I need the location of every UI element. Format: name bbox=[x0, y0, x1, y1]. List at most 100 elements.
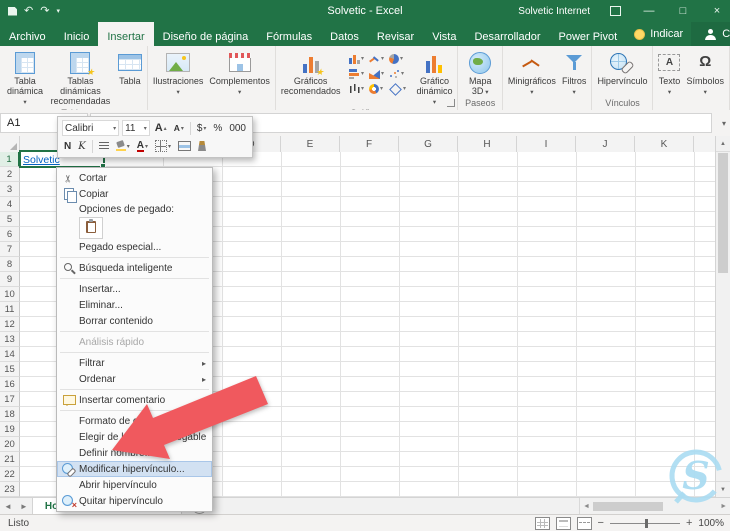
tab-archivo[interactable]: Archivo bbox=[0, 22, 55, 46]
sheet-nav-left-icon[interactable]: ◄ bbox=[0, 502, 16, 511]
row-header-5[interactable]: 5 bbox=[0, 212, 20, 227]
menu-item-elegir-de-la-lista-desplegable[interactable]: Elegir de la lista desplegable... bbox=[57, 429, 212, 445]
column-header-l[interactable]: L bbox=[694, 136, 715, 152]
zoom-level[interactable]: 100% bbox=[698, 518, 724, 529]
menu-item-definir-nombre[interactable]: Definir nombre... bbox=[57, 445, 212, 461]
horizontal-scrollbar[interactable]: ◄ ► bbox=[579, 498, 730, 514]
scroll-left-icon[interactable]: ◄ bbox=[580, 503, 593, 510]
ribbon-button-simbolos[interactable]: Ω Símbolos ▾ bbox=[683, 47, 727, 97]
row-header-13[interactable]: 13 bbox=[0, 332, 20, 347]
row-header-10[interactable]: 10 bbox=[0, 287, 20, 302]
row-header-17[interactable]: 17 bbox=[0, 392, 20, 407]
font-color-button[interactable]: A ▾ bbox=[135, 139, 150, 154]
row-header-15[interactable]: 15 bbox=[0, 362, 20, 377]
menu-item-eliminar[interactable]: Eliminar... bbox=[57, 297, 212, 313]
ribbon-button-mapa-3d[interactable]: Mapa 3D ▾ bbox=[460, 47, 499, 97]
chart-type-line-icon[interactable]: ▾ bbox=[369, 52, 388, 66]
tab-diseno-de-pagina[interactable]: Diseño de página bbox=[154, 22, 258, 46]
tab-desarrollador[interactable]: Desarrollador bbox=[465, 22, 549, 46]
italic-button[interactable]: K bbox=[76, 139, 87, 154]
borders-button[interactable]: ▾ bbox=[153, 139, 173, 154]
zoom-in-icon[interactable]: + bbox=[686, 517, 692, 529]
row-header-11[interactable]: 11 bbox=[0, 302, 20, 317]
menu-item-abrir-hipervinculo[interactable]: Abrir hipervínculo bbox=[57, 477, 212, 493]
menu-item-modificar-hipervinculo[interactable]: Modificar hipervínculo... bbox=[57, 461, 212, 477]
ribbon-button-complementos[interactable]: Complementos ▾ bbox=[206, 47, 273, 97]
ribbon-button-grafico-dinamico[interactable]: Gráfico dinámico ▾ bbox=[413, 47, 455, 107]
fill-color-button[interactable]: ▾ bbox=[114, 139, 132, 154]
column-header-j[interactable]: J bbox=[576, 136, 635, 152]
menu-item-filtrar[interactable]: Filtrar ▸ bbox=[57, 355, 212, 371]
row-header-4[interactable]: 4 bbox=[0, 197, 20, 212]
menu-item-insertar[interactable]: Insertar... bbox=[57, 281, 212, 297]
menu-item-busqueda-inteligente[interactable]: Búsqueda inteligente bbox=[57, 260, 212, 276]
chart-type-bar-icon[interactable]: ▾ bbox=[348, 67, 368, 81]
ribbon-button-ilustraciones[interactable]: Ilustraciones ▾ bbox=[150, 47, 207, 97]
menu-item-quitar-hipervinculo[interactable]: Quitar hipervínculo bbox=[57, 493, 212, 510]
row-header-12[interactable]: 12 bbox=[0, 317, 20, 332]
menu-item-formato-de-celdas[interactable]: Formato de celdas... bbox=[57, 413, 212, 429]
chart-type-stock-icon[interactable]: ▾ bbox=[348, 82, 368, 96]
dialog-launcher-icon[interactable] bbox=[447, 99, 456, 107]
column-header-f[interactable]: F bbox=[340, 136, 399, 152]
chart-type-area-icon[interactable]: ▾ bbox=[368, 67, 388, 81]
vertical-scrollbar[interactable]: ▲ ▼ bbox=[715, 136, 730, 497]
ribbon-button-graficos-recomendados[interactable]: Gráficos recomendados bbox=[278, 47, 344, 107]
ribbon-button-tabla[interactable]: Tabla bbox=[115, 47, 145, 107]
column-header-k[interactable]: K bbox=[635, 136, 694, 152]
page-layout-view-icon[interactable] bbox=[555, 516, 571, 530]
zoom-slider-thumb[interactable] bbox=[644, 518, 648, 528]
account-name[interactable]: Solvetic Internet bbox=[518, 6, 590, 17]
tab-formulas[interactable]: Fórmulas bbox=[257, 22, 321, 46]
column-header-e[interactable]: E bbox=[281, 136, 340, 152]
row-header-16[interactable]: 16 bbox=[0, 377, 20, 392]
scroll-up-icon[interactable]: ▲ bbox=[716, 136, 730, 152]
row-header-20[interactable]: 20 bbox=[0, 437, 20, 452]
row-header-2[interactable]: 2 bbox=[0, 167, 20, 182]
row-header-8[interactable]: 8 bbox=[0, 257, 20, 272]
menu-item-borrar-contenido[interactable]: Borrar contenido bbox=[57, 313, 212, 329]
share-button[interactable]: Compartir bbox=[691, 22, 730, 46]
ribbon-button-texto[interactable]: A Texto ▾ bbox=[655, 47, 683, 97]
row-header-14[interactable]: 14 bbox=[0, 347, 20, 362]
menu-item-ordenar[interactable]: Ordenar ▸ bbox=[57, 371, 212, 387]
bold-button[interactable]: N bbox=[62, 139, 73, 154]
tab-power-pivot[interactable]: Power Pivot bbox=[549, 22, 626, 46]
scroll-down-icon[interactable]: ▼ bbox=[716, 481, 730, 497]
row-header-22[interactable]: 22 bbox=[0, 467, 20, 482]
ribbon-button-filtros[interactable]: Filtros ▾ bbox=[559, 47, 590, 97]
menu-item-analisis-rapido[interactable]: Análisis rápido bbox=[57, 334, 212, 350]
tab-insertar[interactable]: Insertar bbox=[98, 22, 154, 46]
vertical-scroll-thumb[interactable] bbox=[718, 153, 728, 273]
tab-revisar[interactable]: Revisar bbox=[368, 22, 423, 46]
row-header-18[interactable]: 18 bbox=[0, 407, 20, 422]
format-painter-button[interactable] bbox=[196, 139, 208, 154]
ribbon-display-options-icon[interactable] bbox=[602, 0, 628, 22]
horizontal-scroll-thumb[interactable] bbox=[592, 501, 663, 511]
row-header-9[interactable]: 9 bbox=[0, 272, 20, 287]
formula-bar-expand-icon[interactable]: ▾ bbox=[722, 119, 726, 128]
ribbon-button-item[interactable]: ▾ ▾ ▾ ▾ ▾ ▾ ▾ ▾ ▾ bbox=[343, 47, 413, 107]
shrink-font-button[interactable]: A ▾ bbox=[172, 121, 186, 136]
menu-item-copiar[interactable]: Copiar bbox=[57, 186, 212, 203]
chart-type-column-icon[interactable]: ▾ bbox=[348, 52, 368, 66]
row-header-21[interactable]: 21 bbox=[0, 452, 20, 467]
redo-icon[interactable]: ↷ bbox=[40, 5, 49, 17]
ribbon-button-tablas-dinamicas-recomendadas[interactable]: Tablas dinámicas recomendadas bbox=[46, 47, 115, 107]
sheet-nav-right-icon[interactable]: ► bbox=[16, 502, 32, 511]
tell-me-box[interactable]: Indicar bbox=[626, 22, 691, 46]
row-header-1[interactable]: 1 bbox=[0, 152, 20, 167]
undo-icon[interactable]: ↶ bbox=[24, 5, 33, 17]
qat-dropdown-icon[interactable]: ▾ bbox=[56, 8, 60, 15]
zoom-slider[interactable] bbox=[609, 518, 680, 528]
font-size-select[interactable]: 11 ▾ bbox=[122, 120, 150, 136]
center-align-button[interactable] bbox=[97, 139, 111, 154]
row-header-7[interactable]: 7 bbox=[0, 242, 20, 257]
ribbon-button-minigraficos[interactable]: Minigráficos ▾ bbox=[505, 47, 559, 97]
menu-item-insertar-comentario[interactable]: Insertar comentario bbox=[57, 392, 212, 408]
cell-a1-hyperlink[interactable]: Solvetic bbox=[23, 154, 60, 166]
column-header-i[interactable]: I bbox=[517, 136, 576, 152]
tab-datos[interactable]: Datos bbox=[321, 22, 368, 46]
select-all-corner[interactable] bbox=[0, 136, 20, 152]
merge-center-button[interactable] bbox=[176, 139, 193, 154]
